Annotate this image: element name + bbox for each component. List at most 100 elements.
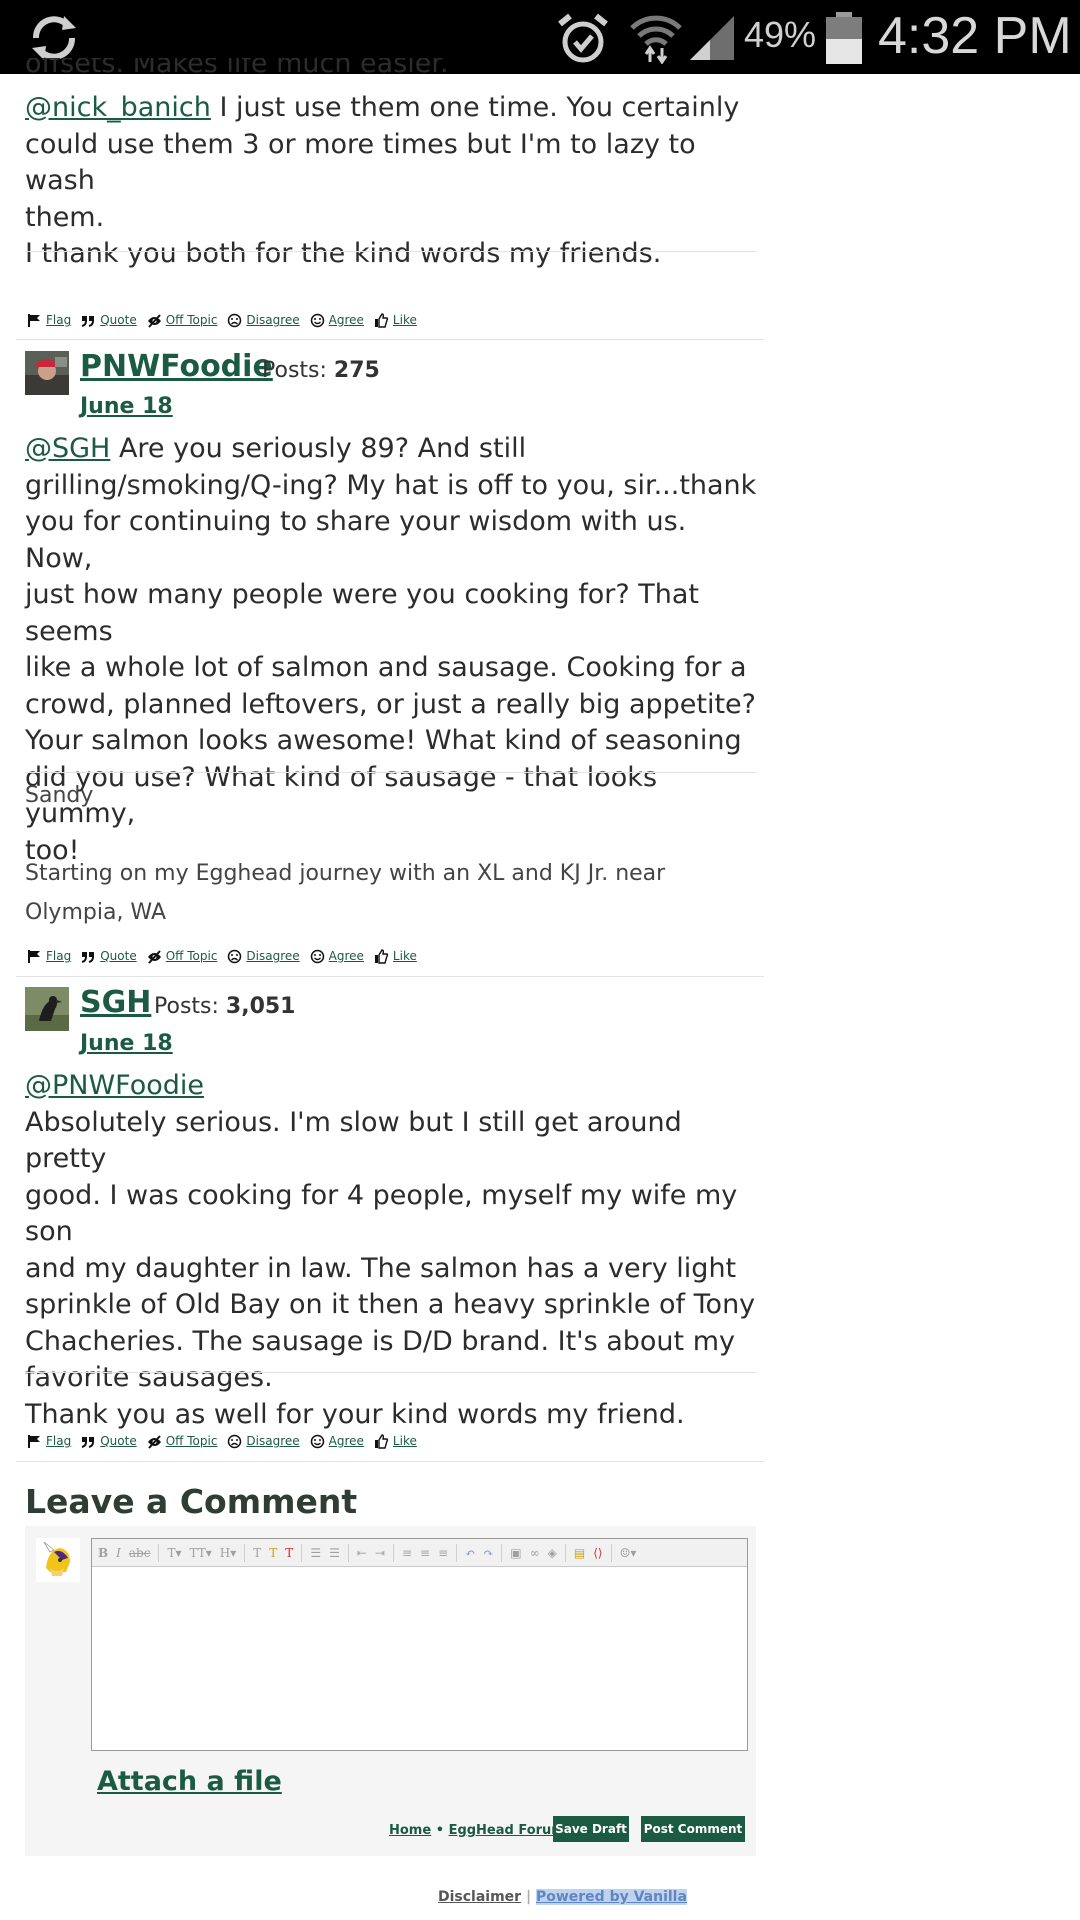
- highlight-icon[interactable]: T: [269, 1546, 277, 1560]
- quote-icon: [81, 1436, 95, 1448]
- like-label: Like: [392, 1434, 417, 1448]
- flag-label: Flag: [46, 313, 72, 327]
- form-links: Home • EggHead Forum: [389, 1823, 565, 1838]
- quote-button[interactable]: Quote: [81, 1434, 137, 1449]
- post-text-span: Are you seriously 89? And still: [110, 433, 527, 464]
- italic-icon[interactable]: I: [116, 1546, 121, 1560]
- flag-button[interactable]: Flag: [27, 1434, 71, 1449]
- post-text-line: grilling/smoking/Q-ing? My hat is off to…: [25, 469, 757, 501]
- powered-by-link[interactable]: Powered by Vanilla: [535, 1889, 687, 1905]
- post-date[interactable]: June 18: [80, 1031, 173, 1056]
- link-separator: •: [431, 1823, 449, 1838]
- off-topic-button[interactable]: Off Topic: [147, 949, 217, 964]
- footer: Disclaimer | Powered by Vanilla: [438, 1889, 687, 1905]
- forum-link[interactable]: EggHead Forum: [449, 1823, 565, 1838]
- link-icon[interactable]: ∞: [530, 1546, 540, 1560]
- agree-button[interactable]: Agree: [310, 1434, 364, 1449]
- off-topic-button[interactable]: Off Topic: [147, 1434, 217, 1449]
- off-topic-icon: [147, 949, 161, 964]
- avatar[interactable]: [25, 987, 69, 1031]
- quote-button[interactable]: Quote: [81, 949, 137, 964]
- quote-button[interactable]: Quote: [81, 313, 137, 328]
- numbered-list-icon[interactable]: ☰: [329, 1546, 340, 1560]
- post-comment-button[interactable]: Post Comment: [641, 1816, 745, 1842]
- battery-percentage: 49%: [744, 14, 817, 55]
- outdent-icon[interactable]: ⇤: [357, 1546, 367, 1560]
- bullet-list-icon[interactable]: ☰: [310, 1546, 321, 1560]
- post-text-line: could use them 3 or more times but I'm t…: [25, 128, 696, 197]
- agree-button[interactable]: Agree: [310, 313, 364, 328]
- font-size-icon[interactable]: T▾: [167, 1546, 181, 1560]
- post-body: @nick_banich I just use them one time. Y…: [25, 90, 757, 273]
- html-icon[interactable]: ⟨⟩: [593, 1546, 602, 1560]
- mention-link[interactable]: @nick_banich: [25, 92, 211, 123]
- author-name[interactable]: SGH: [80, 985, 151, 1020]
- post-text-line: @nick_banich I just use them one time. Y…: [25, 90, 757, 127]
- divider: [25, 772, 757, 773]
- flag-button[interactable]: Flag: [27, 949, 71, 964]
- post-date[interactable]: June 18: [80, 394, 173, 419]
- disagree-button[interactable]: Disagree: [227, 313, 300, 328]
- unlink-icon[interactable]: ◈: [548, 1546, 557, 1560]
- quote-icon: [81, 951, 95, 963]
- post-text-line: @PNWFoodie: [25, 1068, 757, 1105]
- bold-icon[interactable]: B: [98, 1546, 108, 1560]
- posts-value: 3,051: [225, 994, 296, 1019]
- avatar[interactable]: [25, 351, 69, 395]
- post-text-line: sprinkle of Old Bay on it then a heavy s…: [25, 1289, 756, 1320]
- post-text-line: I thank you both for the kind words my f…: [25, 238, 662, 269]
- clear-format-icon[interactable]: T: [285, 1546, 293, 1560]
- emoji-icon[interactable]: ☺▾: [620, 1546, 637, 1560]
- divider: [25, 251, 757, 252]
- posts-label: Posts:: [262, 358, 327, 383]
- quote-label: Quote: [100, 949, 137, 963]
- post-text-line: @SGH Are you seriously 89? And still: [25, 431, 757, 468]
- disagree-button[interactable]: Disagree: [227, 949, 300, 964]
- redo-icon[interactable]: ↷: [483, 1546, 493, 1560]
- post-body: @PNWFoodie Absolutely serious. I'm slow …: [25, 1068, 757, 1433]
- like-button[interactable]: Like: [374, 948, 417, 964]
- home-link[interactable]: Home: [389, 1823, 431, 1838]
- font-family-icon[interactable]: TT▾: [190, 1546, 212, 1560]
- image-icon[interactable]: ▣: [510, 1546, 521, 1560]
- text-format-icon[interactable]: T: [253, 1546, 261, 1560]
- heading-icon[interactable]: H▾: [220, 1546, 237, 1560]
- posts-label: Posts:: [154, 994, 219, 1019]
- off-topic-button[interactable]: Off Topic: [147, 313, 217, 328]
- like-button[interactable]: Like: [374, 312, 417, 328]
- strikethrough-icon[interactable]: abc: [129, 1546, 151, 1560]
- like-button[interactable]: Like: [374, 1433, 417, 1449]
- toolbar-separator: [501, 1543, 503, 1562]
- indent-icon[interactable]: ⇥: [375, 1546, 385, 1560]
- save-draft-button[interactable]: Save Draft: [553, 1816, 629, 1842]
- attach-file-link[interactable]: Attach a file: [97, 1766, 282, 1797]
- paste-icon[interactable]: ▤: [574, 1546, 585, 1560]
- signature-line: Olympia, WA: [25, 900, 167, 925]
- disagree-button[interactable]: Disagree: [227, 1434, 300, 1449]
- post-text-span: I just use them one time. You certainly: [210, 92, 740, 123]
- post-text-line: like a whole lot of salmon and sausage. …: [25, 652, 747, 683]
- clock: 4:32 PM: [878, 7, 1072, 65]
- mention-link[interactable]: @SGH: [25, 433, 110, 464]
- post-actions: Flag Quote Off Topic Disagree Agree Like: [27, 310, 427, 330]
- signature-line: Starting on my Egghead journey with an X…: [25, 861, 666, 886]
- disclaimer-link[interactable]: Disclaimer: [438, 1889, 521, 1905]
- agree-icon: [310, 1434, 324, 1448]
- post-text-line: Thank you as well for your kind words my…: [25, 1398, 685, 1430]
- align-center-icon[interactable]: ≡: [420, 1546, 430, 1560]
- posts-value: 275: [333, 358, 380, 383]
- comment-editor[interactable]: B I abc T▾ TT▾ H▾ T T T ☰ ☰ ⇤ ⇥ ≡ ≡ ≡ ↶ …: [91, 1538, 748, 1751]
- agree-label: Agree: [328, 1434, 364, 1448]
- wifi-icon: [630, 15, 682, 64]
- align-left-icon[interactable]: ≡: [402, 1546, 412, 1560]
- author-name[interactable]: PNWFoodie: [80, 349, 273, 384]
- agree-button[interactable]: Agree: [310, 949, 364, 964]
- align-right-icon[interactable]: ≡: [438, 1546, 448, 1560]
- thumbs-up-icon: [374, 312, 389, 328]
- footer-separator: |: [525, 1889, 532, 1905]
- undo-icon[interactable]: ↶: [465, 1546, 475, 1560]
- mention-link[interactable]: @PNWFoodie: [25, 1070, 204, 1101]
- post-text-line: good. I was cooking for 4 people, myself…: [25, 1179, 738, 1248]
- post-text-line: offsets. Makes life much easier.: [25, 58, 449, 79]
- flag-button[interactable]: Flag: [27, 313, 71, 328]
